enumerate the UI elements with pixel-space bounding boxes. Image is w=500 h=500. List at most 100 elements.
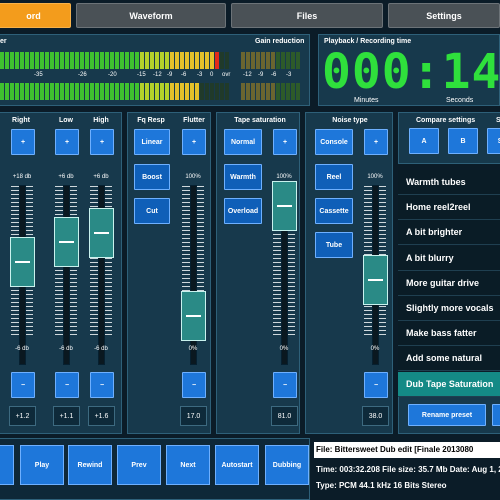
- compare-b-button[interactable]: B: [448, 128, 478, 154]
- transport-dubbing-button[interactable]: Dubbing: [265, 445, 309, 485]
- preset-item[interactable]: Add some natural: [398, 346, 500, 372]
- eq-right-minus-button[interactable]: −: [11, 372, 35, 398]
- eq-right-knob[interactable]: [10, 237, 35, 288]
- rename-preset-button[interactable]: Rename preset: [408, 404, 486, 426]
- flutter-minus-button[interactable]: −: [182, 372, 206, 398]
- preset-item[interactable]: Slightly more vocals: [398, 296, 500, 321]
- meter-segment: [256, 52, 260, 69]
- meter-title: er: [0, 38, 7, 45]
- tape-plus-button[interactable]: +: [273, 129, 297, 155]
- compare-a-button[interactable]: A: [409, 128, 439, 154]
- meter-segment: [215, 83, 219, 100]
- transport-next-button[interactable]: Next: [166, 445, 210, 485]
- eq-low-knob[interactable]: [54, 216, 79, 267]
- noise-bottom-label: 0%: [370, 346, 380, 352]
- meter-segment: [25, 52, 29, 69]
- meter-segment: [10, 52, 14, 69]
- transport-play-button[interactable]: Play: [20, 445, 64, 485]
- tape-value: 81.0: [271, 406, 298, 426]
- file-details: Time: 003:32.208 File size: 35.7 Mb Date…: [316, 465, 500, 474]
- transport-prev-button[interactable]: Prev: [117, 445, 161, 485]
- eq-low-minus-button[interactable]: −: [55, 372, 79, 398]
- flutter-plus-button[interactable]: +: [182, 129, 206, 155]
- meter-segment: [225, 52, 229, 69]
- flutter-value: 17.0: [180, 406, 207, 426]
- eq-high-knob[interactable]: [89, 208, 114, 259]
- tab-record[interactable]: ord: [0, 3, 71, 28]
- eq-high-bottom-label: -6 db: [94, 346, 108, 352]
- meter-segment: [160, 52, 164, 69]
- tape-knob[interactable]: [272, 180, 297, 231]
- meter-segment: [170, 83, 174, 100]
- meter-segment: [190, 83, 194, 100]
- meter-scale-tick: -9: [167, 72, 173, 78]
- eq-right-plus-button[interactable]: +: [11, 129, 35, 155]
- meter-segment: [5, 83, 9, 100]
- noise-tube-button[interactable]: Tube: [315, 232, 353, 258]
- tab-waveform[interactable]: Waveform: [76, 3, 226, 28]
- eq-right-value: +1.2: [9, 406, 36, 426]
- preset-extra-button[interactable]: [492, 404, 500, 426]
- tape-normal-button[interactable]: Normal: [224, 129, 262, 155]
- noise-cassette-button[interactable]: Cassette: [315, 198, 353, 224]
- meter-segment: [130, 52, 134, 69]
- minutes-label: Minutes: [354, 97, 379, 104]
- fq-linear-button[interactable]: Linear: [134, 129, 170, 155]
- file-type: Type: PCM 44.1 kHz 16 Bits Stereo: [316, 481, 447, 490]
- compare-save-button[interactable]: Se: [487, 128, 500, 154]
- preset-item[interactable]: Warmth tubes: [398, 170, 500, 195]
- preset-item[interactable]: A bit blurry: [398, 245, 500, 271]
- meter-segment: [155, 52, 159, 69]
- meter-scale-tick: -12: [153, 72, 162, 78]
- noise-knob[interactable]: [363, 254, 388, 305]
- preset-item[interactable]: Dub Tape Saturation: [398, 371, 500, 397]
- fq-cut-button[interactable]: Cut: [134, 198, 170, 224]
- meter-segment: [55, 83, 59, 100]
- tape-warmth-button[interactable]: Warmth: [224, 164, 262, 190]
- preset-item[interactable]: More guitar drive: [398, 270, 500, 296]
- eq-right-bottom-label: -6 db: [15, 346, 29, 352]
- tape-overload-button[interactable]: Overload: [224, 198, 262, 224]
- meter-segment: [205, 83, 209, 100]
- meter-segment: [266, 83, 270, 100]
- meter-segment: [195, 83, 199, 100]
- noise-reel-button[interactable]: Reel: [315, 164, 353, 190]
- meter-segment: [135, 83, 139, 100]
- meter-segment: [220, 52, 224, 69]
- eq-high-minus-button[interactable]: −: [90, 372, 114, 398]
- fq-resp-label: Fq Resp: [137, 117, 165, 124]
- noise-minus-button[interactable]: −: [364, 372, 388, 398]
- eq-high-plus-button[interactable]: +: [90, 129, 114, 155]
- meter-segment: [75, 83, 79, 100]
- flutter-top-label: 100%: [185, 174, 201, 180]
- preset-item[interactable]: A bit brighter: [398, 220, 500, 246]
- meter-segment: [205, 52, 209, 69]
- meter-segment: [0, 83, 4, 100]
- meter-segment: [25, 83, 29, 100]
- meter-scale-tick: -35: [34, 72, 43, 78]
- gain-scale-tick: -12: [243, 72, 252, 78]
- tab-settings[interactable]: Settings: [388, 3, 500, 28]
- meter-segment: [50, 52, 54, 69]
- meter-segment: [55, 52, 59, 69]
- meter-segment: [261, 52, 265, 69]
- meter-segment: [65, 83, 69, 100]
- meter-segment: [180, 52, 184, 69]
- flutter-knob[interactable]: [181, 290, 206, 341]
- preset-item[interactable]: Make bass fatter: [398, 321, 500, 347]
- eq-low-bottom-label: -6 db: [59, 346, 73, 352]
- meter-segment: [160, 83, 164, 100]
- flutter-bottom-label: 0%: [188, 346, 198, 352]
- meter-segment: [271, 83, 275, 100]
- record-button[interactable]: [0, 445, 14, 485]
- noise-console-button[interactable]: Console: [315, 129, 353, 155]
- fq-boost-button[interactable]: Boost: [134, 164, 170, 190]
- tape-minus-button[interactable]: −: [273, 372, 297, 398]
- preset-item[interactable]: Home reel2reel: [398, 195, 500, 221]
- tape-saturation-label: Tape saturation: [234, 117, 286, 124]
- eq-low-plus-button[interactable]: +: [55, 129, 79, 155]
- transport-autostart-button[interactable]: Autostart: [215, 445, 259, 485]
- noise-plus-button[interactable]: +: [364, 129, 388, 155]
- transport-rewind-button[interactable]: Rewind: [68, 445, 112, 485]
- tab-files[interactable]: Files: [231, 3, 383, 28]
